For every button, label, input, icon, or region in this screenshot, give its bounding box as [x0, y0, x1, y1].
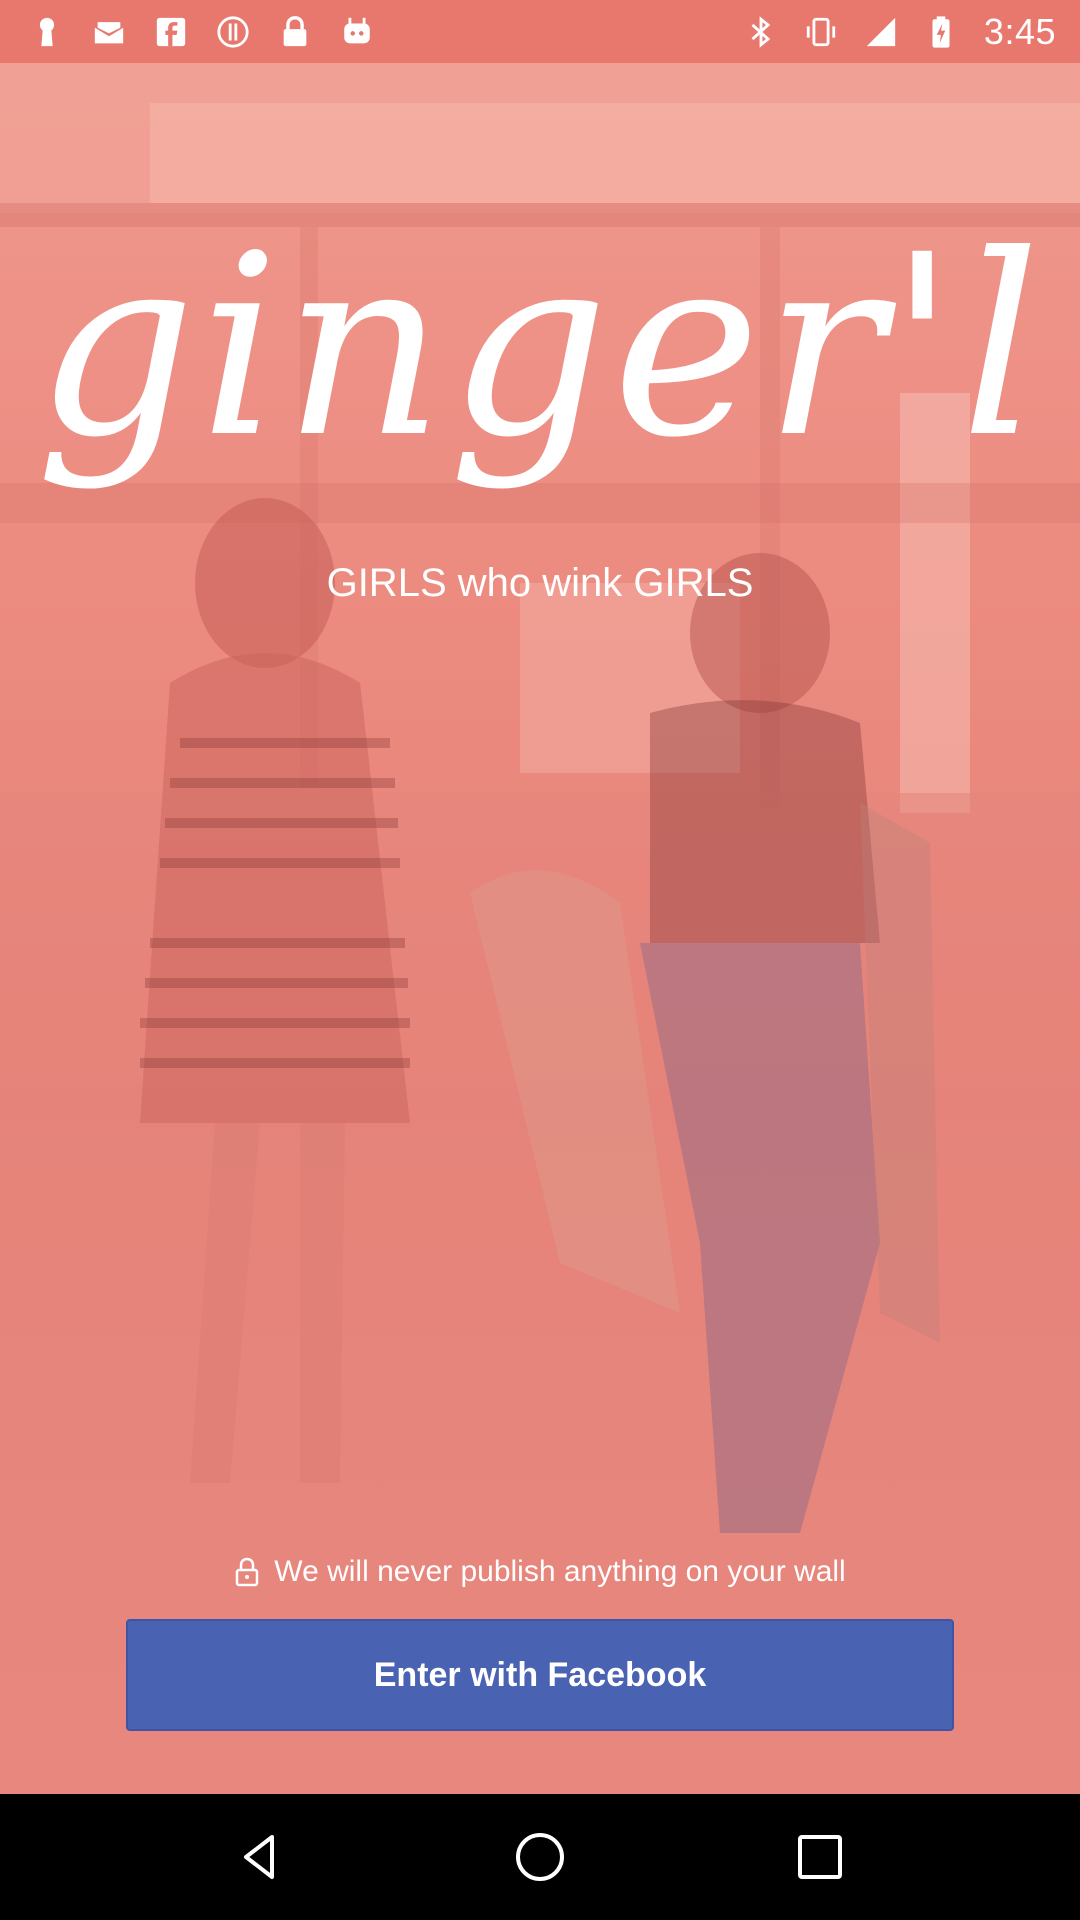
alert-icon [216, 15, 250, 49]
signal-icon [864, 15, 898, 49]
logo-wordmark: ginger'l [35, 201, 1040, 492]
lock-icon [234, 1556, 260, 1588]
vibrate-icon [804, 15, 838, 49]
svg-text:ginger'l: ginger'l [40, 203, 1040, 492]
keyhole-icon [30, 15, 64, 49]
navigation-bar [0, 1794, 1080, 1920]
system-icons: 3:45 [744, 11, 1056, 53]
battery-icon [924, 15, 958, 49]
screen: 3:45 ginger'l GIRLS who wink GIRLS We wi… [0, 0, 1080, 1920]
status-bar: 3:45 [0, 0, 1080, 63]
privacy-note: We will never publish anything on your w… [0, 1555, 1080, 1589]
facebook-icon [154, 15, 188, 49]
enter-with-facebook-button[interactable]: Enter with Facebook [126, 1619, 954, 1731]
privacy-text: We will never publish anything on your w… [274, 1555, 846, 1588]
bluetooth-icon [744, 15, 778, 49]
back-icon[interactable] [230, 1827, 290, 1887]
app-logo: ginger'l [35, 201, 1040, 543]
tagline: GIRLS who wink GIRLS [326, 561, 754, 605]
notification-icons [30, 15, 374, 49]
home-icon[interactable] [510, 1827, 570, 1887]
lock-icon [278, 15, 312, 49]
recents-icon[interactable] [790, 1827, 850, 1887]
android-icon [340, 15, 374, 49]
mail-icon [92, 15, 126, 49]
hero-background: ginger'l GIRLS who wink GIRLS We will ne… [0, 63, 1080, 1794]
clock: 3:45 [983, 10, 1056, 52]
